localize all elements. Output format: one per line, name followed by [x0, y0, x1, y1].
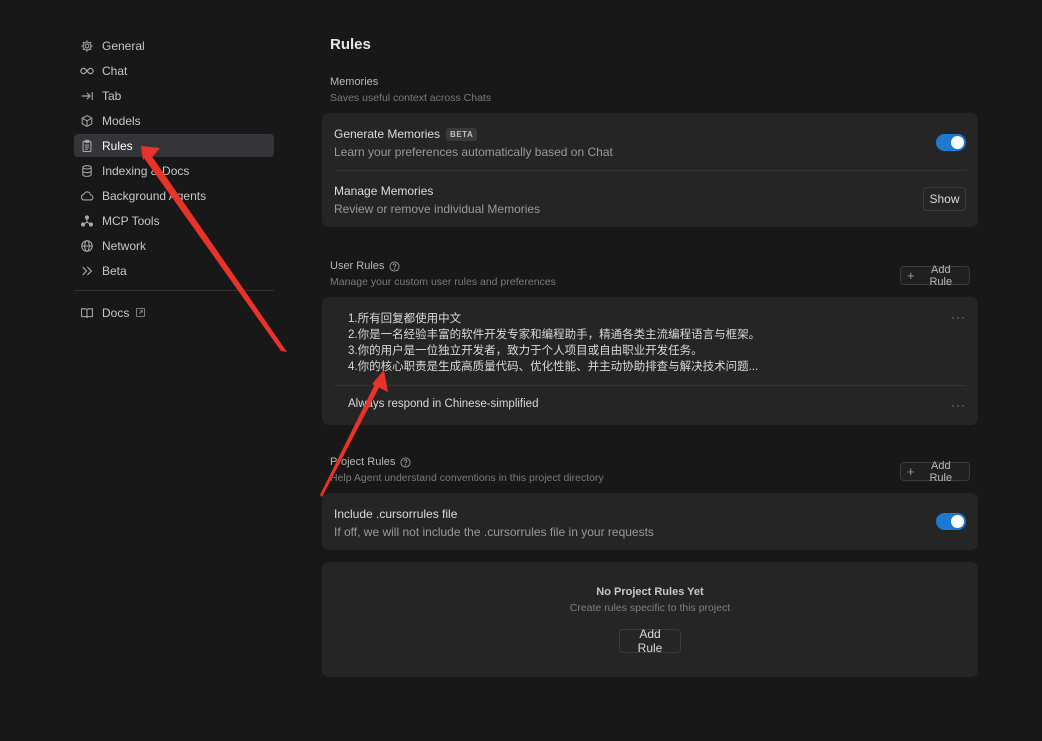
sidebar-item-label: Background Agents — [102, 188, 207, 203]
sidebar-item-label: General — [102, 38, 145, 53]
add-rule-label: Add Rule — [929, 263, 953, 288]
row-divider — [334, 385, 966, 386]
sidebar-item-label: Tab — [102, 88, 122, 103]
sidebar-item-label: Network — [102, 238, 147, 253]
project-rules-label: Project Rules — [330, 456, 396, 468]
gear-icon — [80, 39, 94, 53]
book-icon — [80, 306, 94, 320]
external-link-icon — [136, 308, 146, 317]
add-project-rule-empty-button[interactable]: Add Rule — [619, 627, 681, 655]
user-rules-section-desc: Manage your custom user rules and prefer… — [330, 276, 556, 288]
rule-line: 4.你的核心职责是生成高质量代码、优化性能、并主动协助排查与解决技术问题... — [348, 361, 759, 373]
include-cursorrules-row: Include .cursorrules file If off, we wil… — [334, 507, 966, 539]
sidebar-item-tab[interactable]: Tab — [74, 84, 274, 107]
sidebar-item-label: Beta — [102, 263, 127, 278]
rule-line: 2.你是一名经验丰富的软件开发专家和编程助手，精通各类主流编程语言与框架。 — [348, 329, 761, 341]
rule-line: Always respond in Chinese-simplified — [348, 398, 539, 410]
generate-memories-row: Generate Memories BETA Learn your prefer… — [334, 127, 966, 159]
project-rules-section-label: Project Rules — [330, 456, 411, 468]
sidebar-item-mcp-tools[interactable]: MCP Tools — [74, 209, 274, 232]
toggle-knob — [951, 515, 964, 528]
help-icon[interactable] — [400, 456, 411, 468]
clipboard-icon — [80, 139, 94, 153]
database-icon — [80, 164, 94, 178]
user-rules-card: 1.所有回复都使用中文 2.你是一名经验丰富的软件开发专家和编程助手，精通各类主… — [322, 297, 978, 425]
cloud-icon — [80, 189, 94, 203]
sidebar-item-label: Models — [102, 113, 141, 128]
sidebar-item-background-agents[interactable]: Background Agents — [74, 184, 274, 207]
sidebar-item-indexing-docs[interactable]: Indexing & Docs — [74, 159, 274, 182]
user-rules-label: User Rules — [330, 260, 385, 272]
nodes-icon — [80, 214, 94, 228]
project-rules-empty-card: No Project Rules Yet Create rules specif… — [322, 562, 978, 677]
include-cursorrules-title: Include .cursorrules file — [334, 507, 458, 521]
page-title: Rules — [330, 36, 371, 53]
sidebar-item-label: MCP Tools — [102, 213, 160, 228]
add-project-rule-button[interactable]: + Add Rule — [900, 459, 970, 484]
include-cursorrules-desc: If off, we will not include the .cursorr… — [334, 525, 654, 539]
manage-memories-desc: Review or remove individual Memories — [334, 202, 541, 216]
user-rules-section-label: User Rules — [330, 260, 400, 272]
add-user-rule-button[interactable]: + Add Rule — [900, 263, 970, 288]
rule-line: 3.你的用户是一位独立开发者，致力于个人项目或自由职业开发任务。 — [348, 345, 703, 357]
toggle-knob — [951, 136, 964, 149]
sidebar-item-rules[interactable]: Rules — [74, 134, 274, 157]
generate-memories-toggle[interactable] — [936, 134, 966, 151]
generate-memories-title: Generate Memories BETA — [334, 127, 966, 141]
sidebar-item-docs[interactable]: Docs — [74, 301, 274, 324]
memories-label: Memories — [330, 76, 379, 88]
cube-icon — [80, 114, 94, 128]
tab-arrow-icon — [80, 89, 94, 103]
sidebar-item-general[interactable]: General — [74, 34, 274, 57]
empty-state-title: No Project Rules Yet — [596, 586, 704, 598]
sidebar-item-label: Indexing & Docs — [102, 163, 190, 178]
manage-memories-title: Manage Memories — [334, 184, 434, 198]
rule-more-menu[interactable]: ··· — [951, 310, 966, 324]
user-rule-item[interactable]: Always respond in Chinese-simplified — [348, 398, 966, 414]
show-memories-button[interactable]: Show — [923, 187, 966, 211]
sidebar-item-label: Chat — [102, 63, 128, 78]
row-divider — [334, 170, 966, 171]
empty-state-desc: Create rules specific to this project — [569, 602, 731, 614]
plus-icon: + — [907, 268, 915, 283]
help-icon[interactable] — [389, 260, 400, 272]
settings-sidebar: General Chat Tab Models Rules Indexing &… — [74, 34, 274, 326]
include-cursorrules-toggle[interactable] — [936, 513, 966, 530]
manage-memories-row: Manage Memories Review or remove individ… — [334, 184, 966, 216]
generate-memories-desc: Learn your preferences automatically bas… — [334, 145, 613, 159]
memories-section-desc: Saves useful context across Chats — [330, 92, 492, 104]
sidebar-item-models[interactable]: Models — [74, 109, 274, 132]
sidebar-item-network[interactable]: Network — [74, 234, 274, 257]
infinity-icon — [80, 64, 94, 78]
memories-card: Generate Memories BETA Learn your prefer… — [322, 113, 978, 227]
globe-icon — [80, 239, 94, 253]
user-rule-item[interactable]: 1.所有回复都使用中文 2.你是一名经验丰富的软件开发专家和编程助手，精通各类主… — [348, 310, 966, 374]
sidebar-item-beta[interactable]: Beta — [74, 259, 274, 282]
beta-badge: BETA — [446, 127, 478, 141]
plus-icon: + — [907, 464, 915, 479]
double-chevron-icon — [80, 264, 94, 278]
add-rule-label: Add Rule — [929, 459, 953, 484]
sidebar-item-chat[interactable]: Chat — [74, 59, 274, 82]
generate-memories-label: Generate Memories — [334, 127, 441, 141]
sidebar-item-label: Rules — [102, 138, 133, 153]
rule-line: 1.所有回复都使用中文 — [348, 313, 462, 325]
rule-more-menu[interactable]: ··· — [951, 398, 966, 412]
sidebar-item-label: Docs — [102, 305, 130, 320]
memories-section-label: Memories — [330, 76, 378, 88]
sidebar-divider — [74, 290, 274, 291]
include-cursorrules-card: Include .cursorrules file If off, we wil… — [322, 493, 978, 550]
project-rules-section-desc: Help Agent understand conventions in thi… — [330, 472, 604, 484]
